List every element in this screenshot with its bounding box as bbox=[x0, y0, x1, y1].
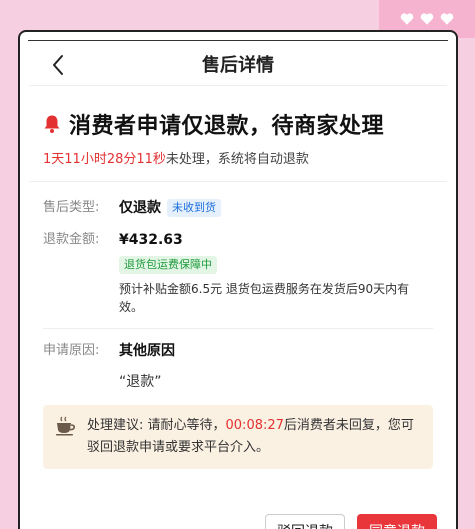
type-value-wrap: 仅退款 未收到货 bbox=[119, 198, 221, 218]
amount-block: ¥432.63 退货包运费保障中 预计补贴金额6.5元 退货包运费服务在发货后9… bbox=[119, 230, 429, 316]
reason-row: 申请原因: 其他原因 bbox=[43, 341, 433, 361]
amount-tag-wrap: 退货包运费保障中 bbox=[119, 254, 429, 274]
advice-countdown: 00:08:27 bbox=[225, 418, 284, 433]
advice-text: 处理建议: 请耐心等待，00:08:27后消费者未回复，您可驳回退款申请或要求平… bbox=[87, 415, 421, 459]
type-row: 售后类型: 仅退款 未收到货 bbox=[43, 198, 433, 218]
advice-box: 处理建议: 请耐心等待，00:08:27后消费者未回复，您可驳回退款申请或要求平… bbox=[43, 405, 433, 469]
amount-row: 退款金额: ¥432.63 退货包运费保障中 预计补贴金额6.5元 退货包运费服… bbox=[43, 230, 433, 316]
status-section: 消费者申请仅退款，待商家处理 1天11小时28分11秒未处理，系统将自动退款 bbox=[29, 86, 447, 182]
back-button[interactable] bbox=[43, 50, 73, 80]
advice-prefix: 处理建议: 请耐心等待， bbox=[87, 418, 226, 433]
frame-inner-line bbox=[28, 40, 448, 41]
phone-frame: 售后详情 消费者申请仅退款，待商家处理 1天11小时28分11秒未处理，系统将自… bbox=[18, 30, 458, 529]
heart-icon bbox=[400, 13, 414, 25]
info-section: 售后类型: 仅退款 未收到货 退款金额: ¥432.63 退货包运费保障中 预计补… bbox=[29, 182, 447, 391]
bell-icon bbox=[44, 115, 60, 133]
type-value: 仅退款 bbox=[119, 200, 161, 216]
page-title: 售后详情 bbox=[202, 54, 274, 76]
screen: 售后详情 消费者申请仅退款，待商家处理 1天11小时28分11秒未处理，系统将自… bbox=[29, 42, 447, 529]
nav-bar: 售后详情 bbox=[29, 42, 447, 86]
type-tag: 未收到货 bbox=[167, 199, 221, 217]
type-label: 售后类型: bbox=[43, 200, 100, 215]
subsidy-note: 预计补贴金额6.5元 退货包运费服务在发货后90天内有效。 bbox=[119, 282, 410, 314]
status-heading: 消费者申请仅退款，待商家处理 bbox=[43, 108, 431, 140]
shipping-insurance-tag: 退货包运费保障中 bbox=[119, 256, 217, 274]
heart-icon bbox=[420, 13, 434, 25]
status-suffix: 未处理，系统将自动退款 bbox=[165, 152, 309, 167]
amount-value: ¥432.63 bbox=[119, 232, 183, 248]
divider bbox=[43, 328, 433, 329]
status-title: 消费者申请仅退款，待商家处理 bbox=[69, 114, 385, 139]
reason-label: 申请原因: bbox=[43, 343, 100, 358]
auto-refund-countdown: 1天11小时28分11秒 bbox=[43, 152, 166, 167]
reject-refund-button[interactable]: 驳回退款 bbox=[265, 514, 345, 529]
coffee-cup-icon bbox=[56, 416, 75, 436]
agree-refund-button[interactable]: 同意退款 bbox=[357, 514, 437, 529]
action-buttons: 驳回退款 同意退款 bbox=[265, 514, 437, 529]
heart-icon bbox=[440, 13, 454, 25]
amount-label: 退款金额: bbox=[43, 232, 100, 247]
chevron-left-icon bbox=[53, 55, 63, 75]
reason-quote: “退款” bbox=[119, 374, 162, 390]
reason-value: 其他原因 bbox=[119, 343, 175, 359]
status-subtitle: 1天11小时28分11秒未处理，系统将自动退款 bbox=[43, 148, 431, 167]
